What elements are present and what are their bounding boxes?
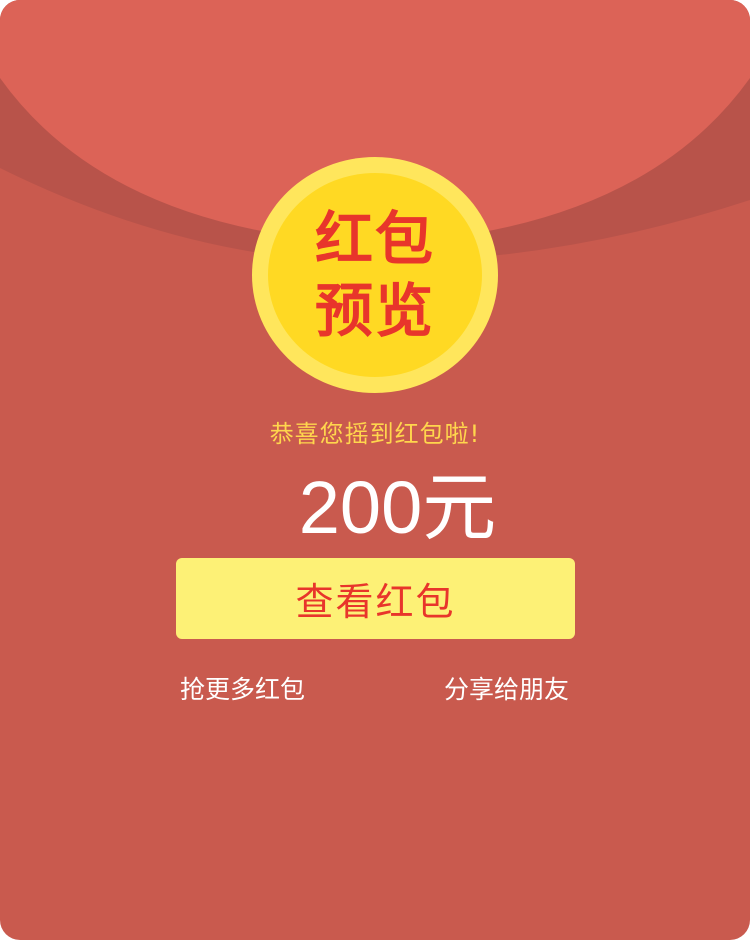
red-envelope-coin-icon: 红包 预览 <box>252 157 498 393</box>
share-to-friends-link[interactable]: 分享给朋友 <box>444 670 569 706</box>
grab-more-link[interactable]: 抢更多红包 <box>180 670 305 706</box>
red-envelope: 红包 预览 恭喜您摇到红包啦! 200元 查看红包 抢更多红包 分享给朋友 <box>0 0 750 940</box>
view-red-envelope-button[interactable]: 查看红包 <box>176 558 575 639</box>
coin-title-line1: 红包 <box>314 205 435 273</box>
amount-value: 200元 <box>298 466 497 549</box>
coin-face: 红包 预览 <box>268 173 482 377</box>
coin-title-line2: 预览 <box>314 277 435 345</box>
congrats-message: 恭喜您摇到红包啦! <box>269 420 481 448</box>
